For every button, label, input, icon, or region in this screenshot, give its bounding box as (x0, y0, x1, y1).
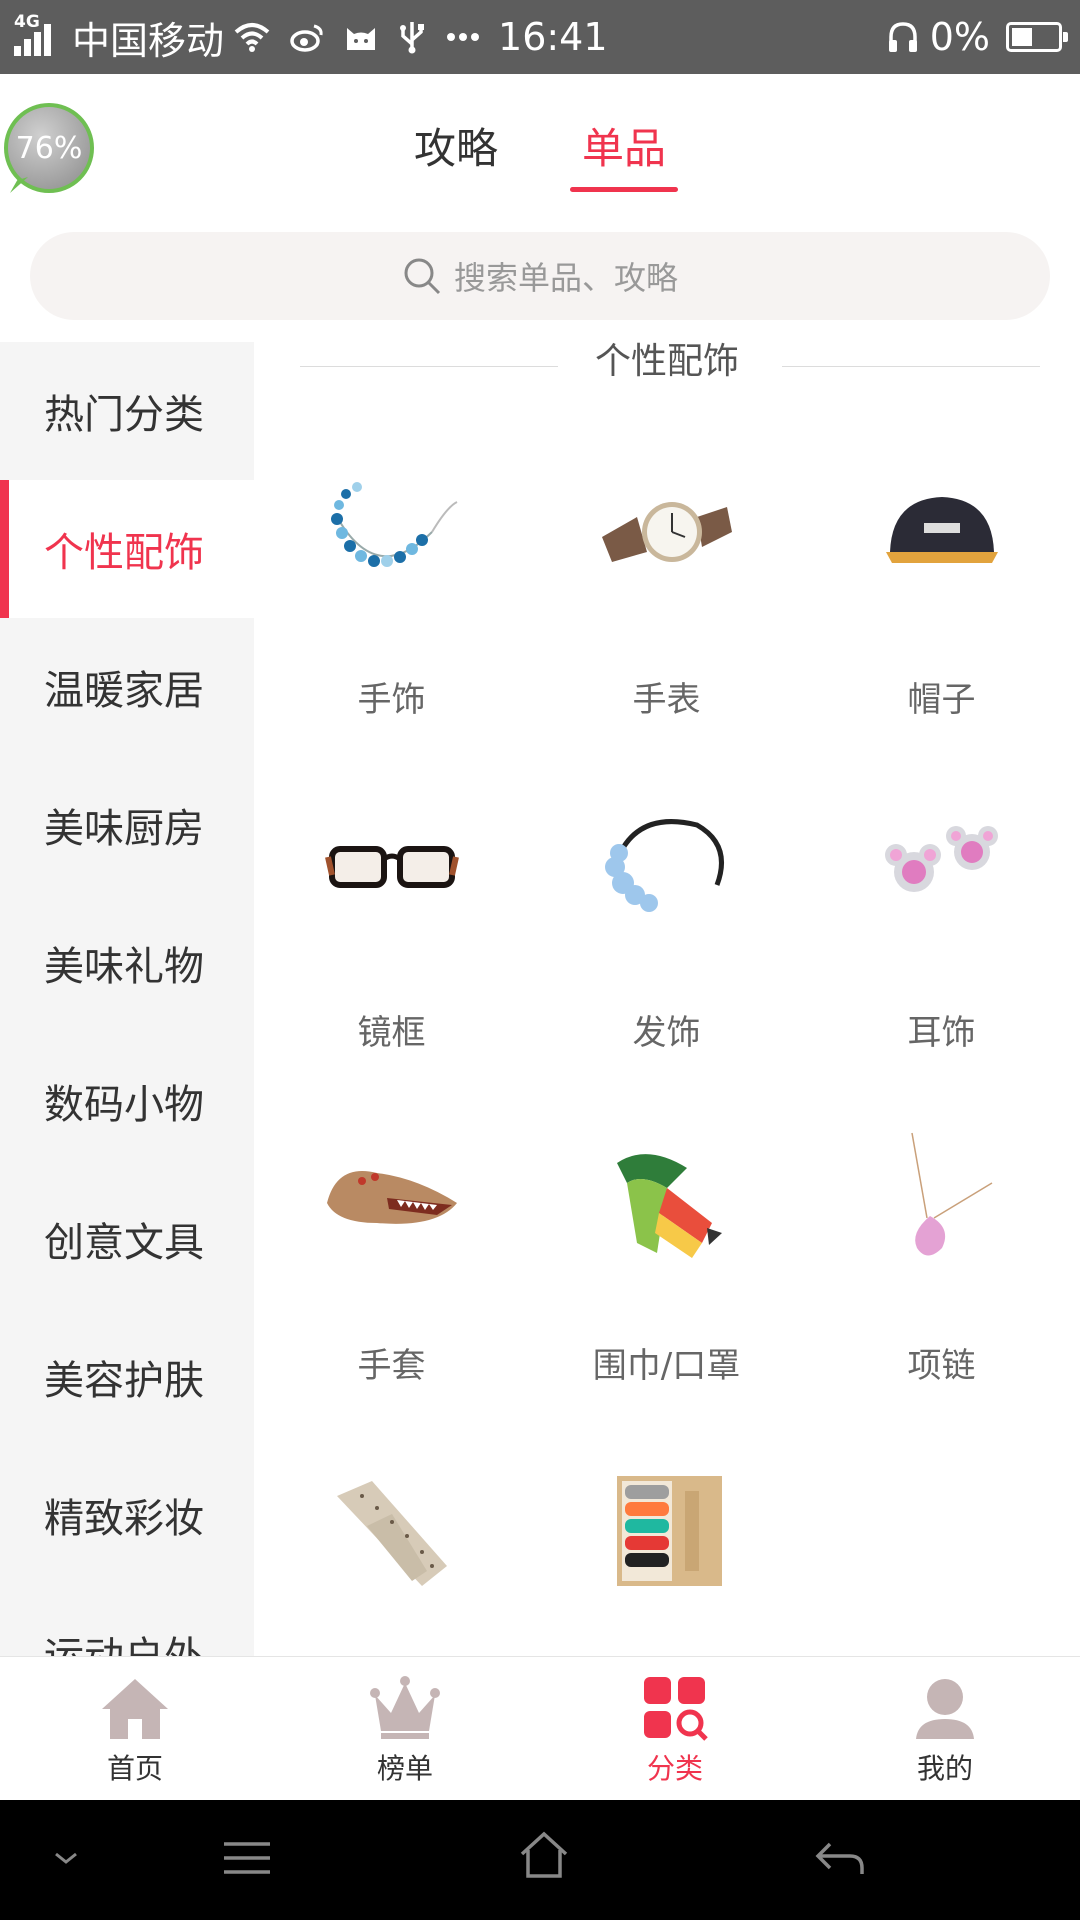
wifi-icon (234, 22, 270, 52)
clock: 16:41 (498, 15, 608, 59)
watch-image (582, 452, 752, 612)
home-icon (102, 1679, 168, 1739)
grid-item-earring[interactable]: 耳饰 (804, 785, 1079, 1118)
glasses-image (307, 785, 477, 945)
nav-home[interactable]: 首页 (0, 1657, 270, 1800)
sidebar-item-stationery[interactable]: 创意文具 (0, 1170, 254, 1308)
battery-icon (1006, 22, 1068, 52)
nav-label: 我的 (916, 1752, 973, 1785)
floating-memory-badge[interactable]: 76% (4, 103, 94, 193)
grid-item-label: 围巾/口罩 (592, 1346, 741, 1386)
grid-item-label: 帽子 (907, 680, 976, 720)
sidebar-item-kitchen[interactable]: 美味厨房 (0, 756, 254, 894)
category-sidebar[interactable]: 热门分类 个性配饰 温暖家居 美味厨房 美味礼物 数码小物 创意文具 美容护肤 … (0, 342, 254, 1656)
grid-item-label: 手表 (632, 680, 701, 720)
grid-item-label: 镜框 (357, 1013, 426, 1053)
sidebar-item-food-gifts[interactable]: 美味礼物 (0, 894, 254, 1032)
nav-label: 榜单 (376, 1752, 433, 1785)
grid-item-glasses[interactable]: 镜框 (254, 785, 529, 1118)
back-icon[interactable] (814, 1838, 866, 1878)
category-content: 个性配饰 手饰 手表 帽子 镜框 发饰 耳饰 手套 围巾/口罩 项链 (254, 322, 1080, 1656)
system-navigation-bar (0, 1800, 1080, 1920)
sidebar-item-makeup[interactable]: 精致彩妆 (0, 1446, 254, 1584)
grid-item-necklace[interactable]: 项链 (804, 1118, 1079, 1451)
socks-box-image (582, 1451, 752, 1611)
search-placeholder: 搜索单品、攻略 (453, 259, 678, 297)
bracelet-image (307, 452, 477, 612)
grid-item-label: 手套 (357, 1346, 426, 1386)
battery-percent: 0% (929, 15, 990, 59)
carrier-name: 中国移动 (72, 18, 225, 63)
scarf-image (582, 1118, 752, 1278)
network-type: 4G (14, 12, 40, 32)
bottom-navigation: 首页 榜单 分类 我的 (0, 1656, 1080, 1800)
nav-profile[interactable]: 我的 (810, 1657, 1080, 1800)
top-tabs: 攻略 单品 (0, 114, 1080, 204)
nav-category[interactable]: 分类 (540, 1657, 810, 1800)
search-icon (404, 258, 441, 295)
sidebar-item-hot[interactable]: 热门分类 (0, 342, 254, 480)
tie-image (307, 1451, 477, 1611)
sidebar-item-home[interactable]: 温暖家居 (0, 618, 254, 756)
sidebar-item-digital[interactable]: 数码小物 (0, 1032, 254, 1170)
home-button-icon[interactable] (518, 1830, 570, 1880)
grid-item-label: 发饰 (632, 1013, 701, 1053)
grid-item-gloves[interactable]: 手套 (254, 1118, 529, 1451)
menu-icon[interactable] (222, 1838, 272, 1878)
headphone-icon (886, 20, 920, 54)
chevron-down-icon[interactable] (52, 1848, 80, 1868)
profile-icon (916, 1679, 974, 1739)
cat-icon (344, 22, 378, 52)
weibo-icon (290, 22, 324, 52)
grid-item-watch[interactable]: 手表 (529, 452, 804, 785)
tab-items[interactable]: 单品 (570, 114, 679, 204)
grid-item-bracelet[interactable]: 手饰 (254, 452, 529, 785)
cap-image (857, 452, 1027, 612)
signal-icon: 4G (14, 12, 62, 62)
necklace-image (857, 1118, 1027, 1278)
grid-item-label: 项链 (907, 1346, 976, 1386)
nav-ranking[interactable]: 榜单 (270, 1657, 540, 1800)
status-bar: 4G 中国移动 16:41 0% (0, 0, 1080, 74)
nav-label: 首页 (106, 1752, 163, 1785)
top-header: 攻略 单品 (0, 74, 1080, 214)
grid-item-cap[interactable]: 帽子 (804, 452, 1079, 785)
gloves-image (307, 1118, 477, 1278)
search-input[interactable]: 搜索单品、攻略 (30, 232, 1050, 320)
grid-item-tie[interactable] (254, 1451, 529, 1656)
grid-item-label: 手饰 (357, 680, 426, 720)
grid-item-label: 耳饰 (907, 1013, 976, 1053)
more-dots-icon (446, 32, 480, 42)
crown-icon (370, 1676, 440, 1739)
grid-item-scarf[interactable]: 围巾/口罩 (529, 1118, 804, 1451)
tab-guides[interactable]: 攻略 (402, 114, 510, 204)
usb-icon (398, 20, 426, 54)
grid-item-hairband[interactable]: 发饰 (529, 785, 804, 1118)
category-icon (644, 1677, 708, 1741)
nav-label: 分类 (646, 1752, 703, 1785)
grid-item-socks[interactable] (529, 1451, 804, 1656)
section-title: 个性配饰 (254, 332, 1080, 384)
sidebar-item-accessories[interactable]: 个性配饰 (0, 480, 254, 618)
sidebar-item-skincare[interactable]: 美容护肤 (0, 1308, 254, 1446)
hairband-image (582, 785, 752, 945)
sidebar-item-outdoor[interactable]: 运动户外 (0, 1584, 254, 1656)
earring-image (857, 785, 1027, 945)
